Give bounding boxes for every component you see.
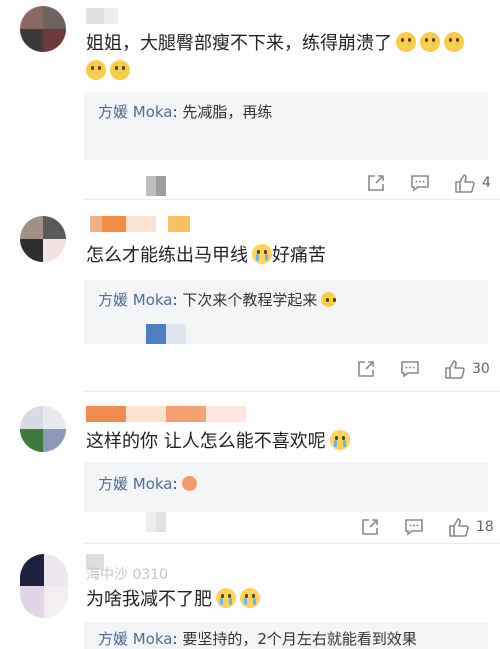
- reply-text: : 先减脂，再练: [172, 103, 273, 121]
- username-partial[interactable]: 海中沙 0310: [86, 564, 168, 584]
- reply-box[interactable]: 方媛 Moka: 下次来个教程学起来: [84, 280, 488, 344]
- username-blurred[interactable]: [86, 8, 118, 24]
- reply-text: : 下次来个教程学起来: [172, 291, 318, 309]
- comment-text: 姐姐，大腿臀部瘦不下来，练得崩溃了: [86, 30, 464, 58]
- reply-box[interactable]: 方媛 Moka:: [84, 462, 488, 512]
- thumbs-up-icon: [445, 360, 465, 379]
- crying-emoji-icon: [252, 244, 272, 264]
- comment-text-content: 这样的你 让人怎么能不喜欢呢: [86, 431, 326, 452]
- comment-text-tail: 好痛苦: [272, 245, 326, 266]
- timestamp-blurred: [146, 512, 166, 532]
- action-bar: 30: [356, 358, 490, 380]
- share-button[interactable]: [366, 173, 386, 193]
- comment-button[interactable]: [410, 173, 430, 193]
- reply-text: :: [172, 475, 178, 493]
- reply-author[interactable]: 方媛 Moka: [98, 630, 173, 648]
- timestamp-blurred: [146, 324, 186, 344]
- reply-author[interactable]: 方媛 Moka: [98, 475, 173, 493]
- like-button[interactable]: 18: [448, 516, 494, 538]
- share-button[interactable]: [356, 359, 376, 379]
- reply: 方媛 Moka: 要坚持的，2个月左右就能看到效果: [98, 628, 417, 649]
- share-icon: [358, 361, 374, 377]
- reply-box[interactable]: 方媛 Moka: 要坚持的，2个月左右就能看到效果: [84, 622, 488, 649]
- comment-text-content: 姐姐，大腿臀部瘦不下来，练得崩溃了: [86, 33, 392, 54]
- reply-author[interactable]: 方媛 Moka: [98, 291, 173, 309]
- avatar[interactable]: [20, 6, 66, 52]
- comment-text-line2: [86, 58, 130, 86]
- action-bar: 4: [366, 172, 491, 194]
- like-count: 18: [476, 519, 494, 535]
- crying-emoji-icon: [329, 430, 350, 450]
- comment-3: 这样的你 让人怎么能不喜欢呢 方媛 Moka: 18: [0, 392, 500, 544]
- crying-emoji-icon: [240, 588, 260, 608]
- comment-text-content: 怎么才能练出马甲线: [86, 245, 248, 266]
- like-button[interactable]: 4: [454, 172, 491, 194]
- timestamp-blurred: [146, 176, 166, 196]
- comment-text: 为啥我减不了肥: [86, 586, 260, 614]
- share-icon: [368, 175, 384, 191]
- reply-box[interactable]: 方媛 Moka: 先减脂，再练: [84, 92, 488, 160]
- comment-1: 姐姐，大腿臀部瘦不下来，练得崩溃了 方媛 Moka: 先减脂，再练 4: [0, 0, 500, 200]
- comment-icon: [405, 519, 423, 536]
- reply: 方媛 Moka: 下次来个教程学起来: [98, 289, 337, 310]
- emoji-icon: [444, 32, 464, 52]
- thumbs-up-icon: [455, 174, 475, 193]
- emoji-icon: [420, 32, 440, 52]
- reply: 方媛 Moka: 先减脂，再练: [98, 101, 272, 122]
- comment-icon: [411, 175, 429, 192]
- emoji-icon: [396, 32, 416, 52]
- emoji-icon: [181, 476, 197, 491]
- comment-2: 怎么才能练出马甲线 好痛苦 方媛 Moka: 下次来个教程学起来 30: [0, 200, 500, 392]
- avatar[interactable]: [20, 406, 66, 452]
- reply-author[interactable]: 方媛 Moka: [98, 103, 173, 121]
- comment-button[interactable]: [404, 517, 424, 537]
- username-blurred[interactable]: [90, 216, 190, 232]
- share-button[interactable]: [360, 517, 380, 537]
- comment-button[interactable]: [400, 359, 420, 379]
- username-blurred[interactable]: [86, 406, 246, 422]
- comment-text: 这样的你 让人怎么能不喜欢呢: [86, 428, 350, 456]
- comment-4: 海中沙 0310 为啥我减不了肥 方媛 Moka: 要坚持的，2个月左右就能看到…: [0, 544, 500, 649]
- avatar[interactable]: [20, 554, 68, 618]
- avatar[interactable]: [20, 216, 66, 262]
- crying-emoji-icon: [216, 588, 236, 608]
- like-button[interactable]: 30: [444, 358, 490, 380]
- reply-text: : 要坚持的，2个月左右就能看到效果: [172, 630, 417, 648]
- emoji-icon: [321, 292, 337, 307]
- comment-text-content: 为啥我减不了肥: [86, 589, 212, 610]
- comment-icon: [401, 361, 419, 378]
- share-icon: [362, 519, 378, 535]
- action-bar: 18: [360, 516, 494, 538]
- emoji-icon: [110, 60, 130, 80]
- like-count: 4: [482, 175, 491, 191]
- comment-text: 怎么才能练出马甲线 好痛苦: [86, 242, 326, 270]
- thumbs-up-icon: [449, 518, 469, 537]
- emoji-icon: [86, 60, 106, 80]
- like-count: 30: [472, 361, 490, 377]
- reply: 方媛 Moka:: [98, 473, 197, 494]
